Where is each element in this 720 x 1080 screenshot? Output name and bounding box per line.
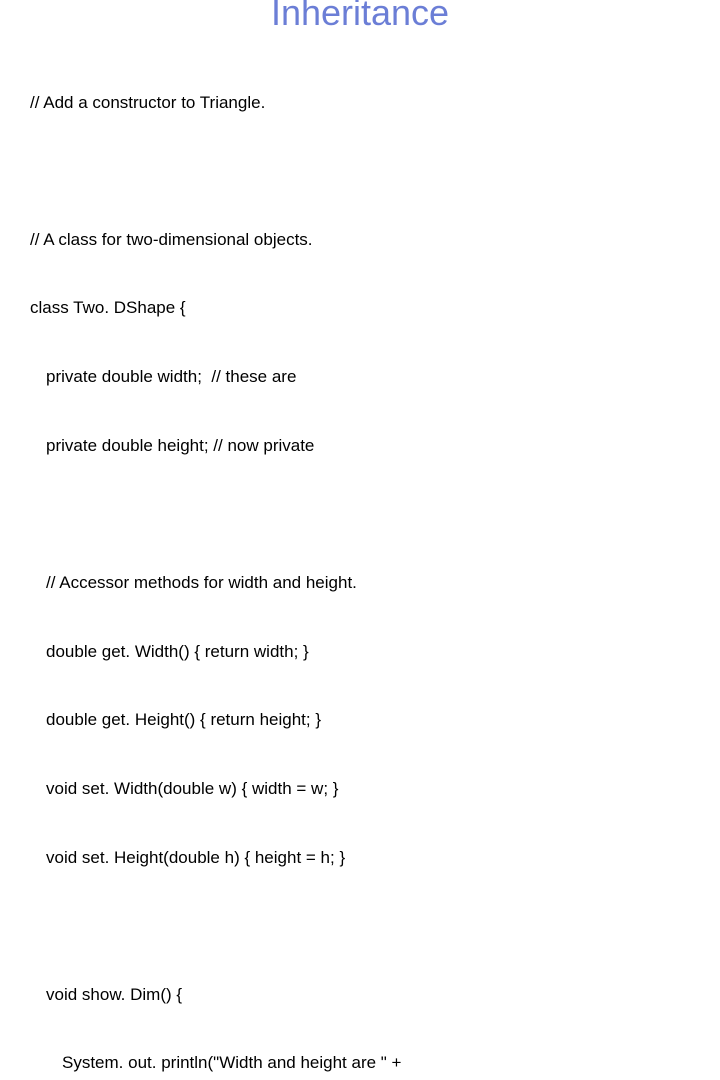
page-title: Inheritance (30, 0, 690, 34)
code-line: // Accessor methods for width and height… (30, 572, 690, 595)
code-line: System. out. println("Width and height a… (30, 1052, 690, 1075)
code-line: private double height; // now private (30, 435, 690, 458)
code-line: void show. Dim() { (30, 984, 690, 1007)
code-line: double get. Height() { return height; } (30, 709, 690, 732)
code-line: void set. Height(double h) { height = h;… (30, 847, 690, 870)
blank-line (30, 504, 690, 526)
code-line: class Two. DShape { (30, 297, 690, 320)
blank-line (30, 916, 690, 938)
code-line: void set. Width(double w) { width = w; } (30, 778, 690, 801)
slide-container: Inheritance // Add a constructor to Tria… (0, 0, 720, 532)
blank-line (30, 161, 690, 183)
code-block: // Add a constructor to Triangle. // A c… (30, 46, 690, 1080)
code-line: private double width; // these are (30, 366, 690, 389)
code-line: double get. Width() { return width; } (30, 641, 690, 664)
code-line: // Add a constructor to Triangle. (30, 92, 690, 115)
code-line: // A class for two-dimensional objects. (30, 229, 690, 252)
